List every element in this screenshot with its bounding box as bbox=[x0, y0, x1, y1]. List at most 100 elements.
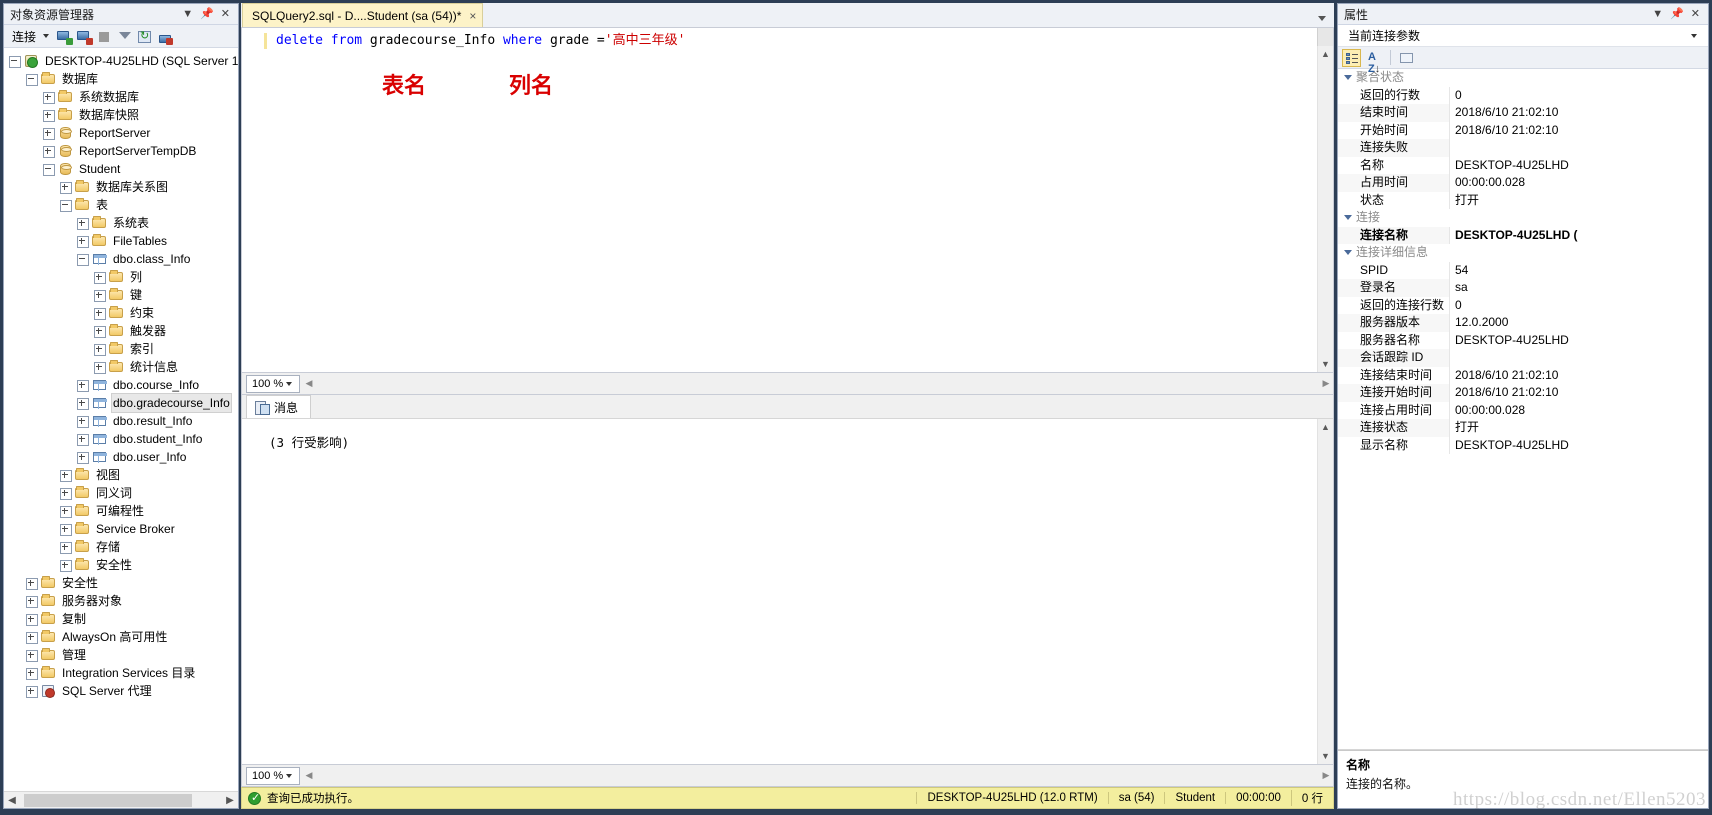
expand-plus-icon[interactable] bbox=[93, 343, 106, 356]
tree-node[interactable]: ReportServer bbox=[4, 124, 238, 142]
stop-icon[interactable] bbox=[96, 28, 113, 45]
disconnect-all-icon[interactable] bbox=[156, 28, 174, 45]
chevron-down-icon[interactable]: ▼ bbox=[1652, 8, 1663, 20]
close-icon[interactable]: ✕ bbox=[221, 8, 230, 20]
collapse-minus-icon[interactable] bbox=[8, 55, 21, 68]
tree-node[interactable]: 可编程性 bbox=[4, 502, 238, 520]
tree-node[interactable]: dbo.user_Info bbox=[4, 448, 238, 466]
alphabetical-icon[interactable]: AZ bbox=[1365, 49, 1384, 75]
scroll-right-arrow-icon[interactable]: ▶ bbox=[1319, 378, 1333, 389]
editor-split-handle[interactable] bbox=[1317, 28, 1333, 46]
tree-node[interactable]: 数据库关系图 bbox=[4, 178, 238, 196]
expand-plus-icon[interactable] bbox=[59, 523, 72, 536]
object-explorer-tree[interactable]: DESKTOP-4U25LHD (SQL Server 12. 数据库 系统数据库数… bbox=[4, 48, 238, 791]
tree-node[interactable]: AlwaysOn 高可用性 bbox=[4, 628, 238, 646]
tab-messages[interactable]: 消息 bbox=[246, 395, 312, 418]
tree-node[interactable]: 系统数据库 bbox=[4, 88, 238, 106]
tab-close-icon[interactable]: × bbox=[469, 9, 476, 23]
collapse-minus-icon[interactable] bbox=[76, 253, 89, 266]
expand-plus-icon[interactable] bbox=[25, 649, 38, 662]
property-row[interactable]: 连接状态 打开 bbox=[1338, 419, 1708, 437]
scroll-left-arrow-icon[interactable]: ◀ bbox=[302, 770, 316, 781]
expand-plus-icon[interactable] bbox=[93, 271, 106, 284]
tablist-chevron-down-icon[interactable] bbox=[1318, 16, 1326, 21]
property-row[interactable]: 服务器版本 12.0.2000 bbox=[1338, 314, 1708, 332]
scroll-right-arrow-icon[interactable]: ▶ bbox=[222, 795, 238, 806]
tree-node[interactable]: 表 bbox=[4, 196, 238, 214]
tree-node[interactable]: DESKTOP-4U25LHD (SQL Server 12. bbox=[4, 52, 238, 70]
property-value[interactable]: 12.0.2000 bbox=[1450, 314, 1708, 332]
property-value[interactable]: 打开 bbox=[1450, 192, 1708, 210]
hscroll-thumb[interactable] bbox=[24, 793, 192, 807]
expand-plus-icon[interactable] bbox=[59, 559, 72, 572]
chevron-down-icon[interactable] bbox=[1691, 33, 1697, 38]
property-value[interactable]: DESKTOP-4U25LHD ( bbox=[1450, 227, 1708, 245]
editor-hscroll-track[interactable] bbox=[316, 376, 1319, 391]
tree-node[interactable]: Student bbox=[4, 160, 238, 178]
scroll-up-arrow-icon[interactable]: ▲ bbox=[1318, 46, 1334, 62]
sql-code-line[interactable]: delete from gradecourse_Info where grade… bbox=[264, 33, 1317, 49]
expand-plus-icon[interactable] bbox=[42, 127, 55, 140]
tree-node[interactable]: 列 bbox=[4, 268, 238, 286]
expand-plus-icon[interactable] bbox=[76, 433, 89, 446]
property-row[interactable]: 占用时间 00:00:00.028 bbox=[1338, 174, 1708, 192]
tree-node[interactable]: 复制 bbox=[4, 610, 238, 628]
expand-plus-icon[interactable] bbox=[93, 289, 106, 302]
tree-node[interactable]: 数据库 bbox=[4, 70, 238, 88]
tree-node[interactable]: dbo.course_Info bbox=[4, 376, 238, 394]
expand-plus-icon[interactable] bbox=[25, 595, 38, 608]
tree-node[interactable]: 系统表 bbox=[4, 214, 238, 232]
pin-icon[interactable]: 📌 bbox=[200, 8, 214, 20]
expand-plus-icon[interactable] bbox=[42, 145, 55, 158]
chevron-down-icon[interactable] bbox=[1344, 75, 1352, 81]
expand-plus-icon[interactable] bbox=[59, 487, 72, 500]
property-row[interactable]: 服务器名称 DESKTOP-4U25LHD bbox=[1338, 331, 1708, 349]
property-row[interactable]: 返回的行数 0 bbox=[1338, 86, 1708, 104]
expand-plus-icon[interactable] bbox=[59, 469, 72, 482]
filter-icon[interactable] bbox=[116, 28, 133, 45]
chevron-down-icon[interactable]: ▼ bbox=[182, 8, 193, 20]
property-value[interactable] bbox=[1450, 139, 1708, 157]
tree-node[interactable]: 键 bbox=[4, 286, 238, 304]
tree-node[interactable]: dbo.student_Info bbox=[4, 430, 238, 448]
property-row[interactable]: 连接名称 DESKTOP-4U25LHD ( bbox=[1338, 226, 1708, 245]
property-value[interactable]: 打开 bbox=[1450, 419, 1708, 437]
property-value[interactable]: sa bbox=[1450, 279, 1708, 297]
property-row[interactable]: 会话跟踪 ID bbox=[1338, 349, 1708, 367]
connect-dropdown-caret-icon[interactable] bbox=[43, 34, 50, 38]
property-row[interactable]: 连接结束时间 2018/6/10 21:02:10 bbox=[1338, 366, 1708, 385]
expand-plus-icon[interactable] bbox=[25, 685, 38, 698]
property-row[interactable]: SPID 54 bbox=[1338, 261, 1708, 280]
chevron-down-icon[interactable] bbox=[1344, 250, 1352, 256]
scroll-right-arrow-icon[interactable]: ▶ bbox=[1319, 770, 1333, 781]
chevron-down-icon[interactable] bbox=[286, 381, 292, 386]
tree-node[interactable]: 安全性 bbox=[4, 556, 238, 574]
pin-icon[interactable]: 📌 bbox=[1670, 8, 1684, 20]
property-value[interactable]: 00:00:00.028 bbox=[1450, 174, 1708, 192]
expand-plus-icon[interactable] bbox=[25, 613, 38, 626]
property-row[interactable]: 开始时间 2018/6/10 21:02:10 bbox=[1338, 121, 1708, 139]
scroll-down-arrow-icon[interactable]: ▼ bbox=[1318, 748, 1334, 764]
object-explorer-hscrollbar[interactable]: ◀ ▶ bbox=[4, 791, 238, 808]
property-value[interactable]: 54 bbox=[1450, 262, 1708, 280]
expand-plus-icon[interactable] bbox=[76, 235, 89, 248]
scroll-down-arrow-icon[interactable]: ▼ bbox=[1318, 356, 1334, 372]
messages-output[interactable]: (3 行受影响) bbox=[242, 419, 1333, 764]
expand-plus-icon[interactable] bbox=[25, 577, 38, 590]
property-value[interactable] bbox=[1450, 349, 1708, 367]
tree-node[interactable]: Integration Services 目录 bbox=[4, 664, 238, 682]
tree-node[interactable]: 存储 bbox=[4, 538, 238, 556]
expand-plus-icon[interactable] bbox=[25, 667, 38, 680]
property-row[interactable]: 登录名 sa bbox=[1338, 279, 1708, 297]
sql-editor[interactable]: delete from gradecourse_Info where grade… bbox=[241, 28, 1334, 373]
tree-node[interactable]: 约束 bbox=[4, 304, 238, 322]
scroll-left-arrow-icon[interactable]: ◀ bbox=[4, 795, 20, 806]
tree-node[interactable]: Service Broker bbox=[4, 520, 238, 538]
tree-node[interactable]: FileTables bbox=[4, 232, 238, 250]
expand-plus-icon[interactable] bbox=[76, 451, 89, 464]
tree-node[interactable]: 管理 bbox=[4, 646, 238, 664]
properties-object-select[interactable]: 当前连接参数 bbox=[1340, 26, 1706, 45]
expand-plus-icon[interactable] bbox=[93, 325, 106, 338]
collapse-minus-icon[interactable] bbox=[59, 199, 72, 212]
property-value[interactable]: 2018/6/10 21:02:10 bbox=[1450, 367, 1708, 385]
